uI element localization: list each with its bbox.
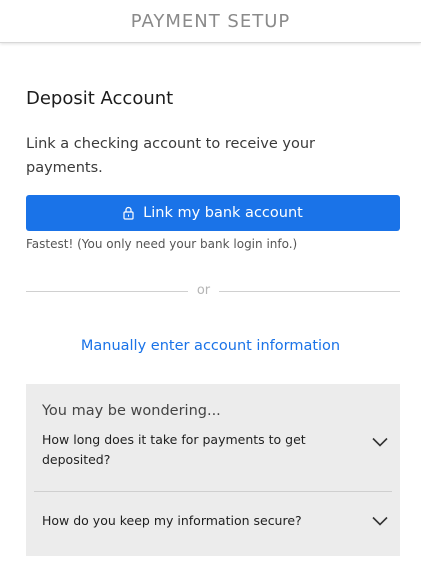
chevron-down-icon[interactable]	[372, 516, 388, 526]
link-bank-account-button[interactable]: Link my bank account	[26, 195, 400, 231]
link-bank-account-label: Link my bank account	[143, 205, 303, 221]
deposit-description: Link a checking account to receive your …	[26, 136, 316, 176]
divider-right	[219, 291, 400, 292]
divider-left	[26, 291, 188, 292]
faq-panel: You may be wondering... How long does it…	[26, 384, 400, 556]
faq-question: How long does it take for payments to ge…	[42, 432, 306, 467]
deposit-account-heading: Deposit Account	[26, 88, 174, 109]
faq-item-deposit-time[interactable]: How long does it take for payments to ge…	[34, 428, 392, 492]
faq-heading: You may be wondering...	[42, 403, 221, 419]
chevron-down-icon[interactable]	[372, 437, 388, 447]
or-separator: or	[196, 283, 211, 298]
manual-entry-link[interactable]: Manually enter account information	[0, 338, 421, 354]
header-bar: PAYMENT SETUP	[0, 0, 421, 43]
page-title: PAYMENT SETUP	[130, 10, 291, 32]
link-hint-text: Fastest! (You only need your bank login …	[26, 237, 298, 251]
faq-question: How do you keep my information secure?	[42, 513, 302, 528]
lock-icon	[123, 206, 134, 220]
faq-item-security[interactable]: How do you keep my information secure?	[34, 502, 392, 542]
